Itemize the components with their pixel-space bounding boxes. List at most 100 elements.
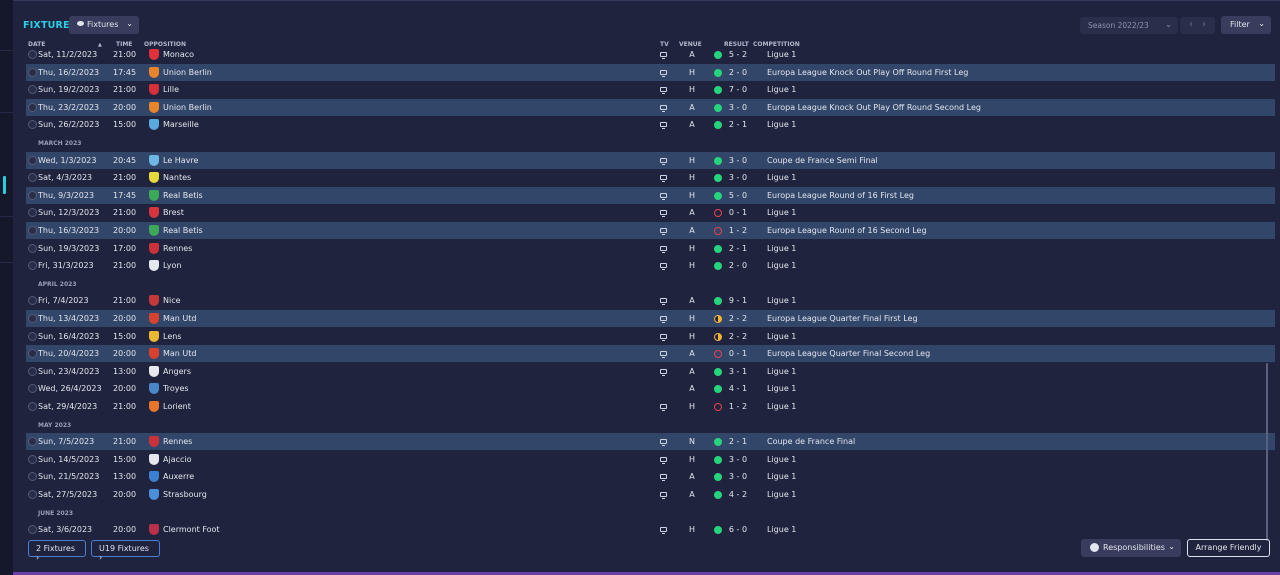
competition-name[interactable]: Ligue 1	[767, 85, 796, 94]
view-dropdown[interactable]: Fixtures ⌄	[69, 16, 139, 34]
fixture-row[interactable]: Thu, 16/2/2023 17:45 Union Berlin H 2 - 0 Eur…	[26, 63, 1275, 81]
score[interactable]: 3 - 0	[728, 103, 748, 112]
fixture-row[interactable]: Thu, 9/3/2023 17:45 Real Betis H 5 - 0 Europa…	[26, 186, 1275, 204]
score[interactable]: 0 - 1	[728, 349, 748, 358]
competition-name[interactable]: Ligue 1	[767, 525, 796, 534]
filter-button[interactable]: Filter ⌄	[1221, 16, 1271, 34]
fixture-row[interactable]: Sat, 3/6/2023 20:00 Clermont Foot H 6 - 0 Lig…	[26, 521, 1275, 538]
fixture-row[interactable]: Sat, 27/5/2023 20:00 Strasbourg A 4 - 2 Ligue…	[26, 486, 1275, 503]
score[interactable]: 2 - 2	[728, 332, 748, 341]
fixture-row[interactable]: Sat, 29/4/2023 21:00 Lorient H 1 - 2 Ligue 1	[26, 398, 1275, 415]
opposition-name[interactable]: Lille	[163, 85, 179, 94]
score[interactable]: 4 - 2	[728, 490, 748, 499]
fixture-row[interactable]: Sun, 14/5/2023 15:00 Ajaccio H 3 - 0 Ligue 1	[26, 451, 1275, 468]
fixture-row[interactable]: Sun, 16/4/2023 15:00 Lens H 2 - 2 Ligue 1	[26, 328, 1275, 345]
competition-name[interactable]: Europa League Quarter Final Second Leg	[767, 349, 930, 358]
opposition-name[interactable]: Brest	[163, 208, 184, 217]
col-competition[interactable]: COMPETITION	[753, 41, 800, 48]
opposition-name[interactable]: Monaco	[163, 50, 194, 59]
score[interactable]: 5 - 2	[728, 50, 748, 59]
score[interactable]: 3 - 0	[728, 455, 748, 464]
opposition-name[interactable]: Le Havre	[163, 156, 198, 165]
fixture-row[interactable]: Sat, 4/3/2023 21:00 Nantes H 3 - 0 Ligue 1	[26, 169, 1275, 186]
competition-name[interactable]: Coupe de France Final	[767, 437, 855, 446]
opposition-name[interactable]: Strasbourg	[163, 490, 207, 499]
fixture-row[interactable]: Thu, 16/3/2023 20:00 Real Betis A 1 - 2 Europ…	[26, 222, 1275, 239]
score[interactable]: 2 - 0	[728, 68, 748, 77]
competition-name[interactable]: Europa League Quarter Final First Leg	[767, 314, 918, 323]
fixture-row[interactable]: Wed, 1/3/2023 20:45 Le Havre H 3 - 0 Coupe de…	[26, 151, 1275, 169]
score[interactable]: 3 - 0	[728, 156, 748, 165]
competition-name[interactable]: Ligue 1	[767, 208, 796, 217]
score[interactable]: 3 - 1	[728, 367, 748, 376]
nav-active-indicator[interactable]	[3, 176, 6, 194]
fixture-row[interactable]: Sun, 19/2/2023 21:00 Lille H 7 - 0 Ligue 1	[26, 81, 1275, 98]
fixture-row[interactable]: Sun, 7/5/2023 21:00 Rennes N 2 - 1 Coupe de F…	[26, 433, 1275, 451]
score[interactable]: 6 - 0	[728, 525, 748, 534]
competition-name[interactable]: Ligue 1	[767, 50, 796, 59]
score[interactable]: 3 - 0	[728, 173, 748, 182]
opposition-name[interactable]: Lens	[163, 332, 181, 341]
responsibilities-button[interactable]: Responsibilities ⌄	[1081, 539, 1181, 557]
competition-name[interactable]: Ligue 1	[767, 472, 796, 481]
competition-name[interactable]: Ligue 1	[767, 296, 796, 305]
competition-name[interactable]: Ligue 1	[767, 261, 796, 270]
fixture-row[interactable]: Sun, 26/2/2023 15:00 Marseille A 2 - 1 Ligue …	[26, 116, 1275, 133]
fixture-row[interactable]: Fri, 7/4/2023 21:00 Nice A 9 - 1 Ligue 1	[26, 292, 1275, 309]
competition-name[interactable]: Ligue 1	[767, 490, 796, 499]
opposition-name[interactable]: Auxerre	[163, 472, 194, 481]
fixture-row[interactable]: Thu, 23/2/2023 20:00 Union Berlin A 3 - 0 Eur…	[26, 98, 1275, 116]
score[interactable]: 7 - 0	[728, 85, 748, 94]
competition-name[interactable]: Europa League Round of 16 Second Leg	[767, 226, 927, 235]
col-venue[interactable]: VENUE	[679, 41, 702, 48]
competition-name[interactable]: Ligue 1	[767, 384, 796, 393]
competition-name[interactable]: Ligue 1	[767, 173, 796, 182]
competition-name[interactable]: Ligue 1	[767, 332, 796, 341]
u19-fixtures-button[interactable]: U19 Fixtures ›	[91, 540, 160, 562]
fixtures-count-button[interactable]: 2 Fixtures ›	[28, 540, 86, 562]
competition-name[interactable]: Coupe de France Semi Final	[767, 156, 878, 165]
opposition-name[interactable]: Rennes	[163, 437, 192, 446]
score[interactable]: 2 - 1	[728, 244, 748, 253]
fixture-row[interactable]: Sun, 12/3/2023 21:00 Brest A 0 - 1 Ligue 1	[26, 204, 1275, 221]
arrange-friendly-button[interactable]: Arrange Friendly	[1187, 539, 1270, 557]
score[interactable]: 0 - 1	[728, 208, 748, 217]
next-season-button[interactable]: ›	[1193, 17, 1215, 34]
fixture-row[interactable]: Sat, 11/2/2023 21:00 Monaco A 5 - 2 Ligue 1	[26, 49, 1275, 63]
opposition-name[interactable]: Lorient	[163, 402, 191, 411]
opposition-name[interactable]: Troyes	[163, 384, 189, 393]
competition-name[interactable]: Ligue 1	[767, 244, 796, 253]
opposition-name[interactable]: Clermont Foot	[163, 525, 220, 534]
score[interactable]: 1 - 2	[728, 402, 748, 411]
score[interactable]: 2 - 1	[728, 437, 748, 446]
score[interactable]: 4 - 1	[728, 384, 748, 393]
competition-name[interactable]: Europa League Knock Out Play Off Round F…	[767, 68, 968, 77]
competition-name[interactable]: Ligue 1	[767, 402, 796, 411]
opposition-name[interactable]: Real Betis	[163, 191, 203, 200]
opposition-name[interactable]: Man Utd	[163, 314, 197, 323]
competition-name[interactable]: Ligue 1	[767, 455, 796, 464]
season-dropdown[interactable]: Season 2022/23 ⌄	[1080, 17, 1178, 34]
score[interactable]: 1 - 2	[728, 226, 748, 235]
competition-name[interactable]: Europa League Knock Out Play Off Round S…	[767, 103, 981, 112]
competition-name[interactable]: Ligue 1	[767, 120, 796, 129]
opposition-name[interactable]: Man Utd	[163, 349, 197, 358]
opposition-name[interactable]: Real Betis	[163, 226, 203, 235]
opposition-name[interactable]: Union Berlin	[163, 68, 212, 77]
competition-name[interactable]: Ligue 1	[767, 367, 796, 376]
col-tv[interactable]: TV	[660, 41, 669, 48]
fixture-row[interactable]: Sun, 19/3/2023 17:00 Rennes H 2 - 1 Ligue 1	[26, 240, 1275, 257]
fixture-row[interactable]: Sun, 23/4/2023 13:00 Angers A 3 - 1 Ligue 1	[26, 363, 1275, 380]
score[interactable]: 5 - 0	[728, 191, 748, 200]
opposition-name[interactable]: Marseille	[163, 120, 199, 129]
competition-name[interactable]: Europa League Round of 16 First Leg	[767, 191, 914, 200]
opposition-name[interactable]: Union Berlin	[163, 103, 212, 112]
score[interactable]: 3 - 0	[728, 472, 748, 481]
fixture-row[interactable]: Thu, 20/4/2023 20:00 Man Utd A 0 - 1 Europa L…	[26, 345, 1275, 363]
opposition-name[interactable]: Nice	[163, 296, 181, 305]
opposition-name[interactable]: Lyon	[163, 261, 181, 270]
opposition-name[interactable]: Angers	[163, 367, 191, 376]
col-result[interactable]: RESULT	[724, 41, 749, 48]
col-time[interactable]: TIME	[116, 41, 132, 48]
opposition-name[interactable]: Ajaccio	[163, 455, 192, 464]
